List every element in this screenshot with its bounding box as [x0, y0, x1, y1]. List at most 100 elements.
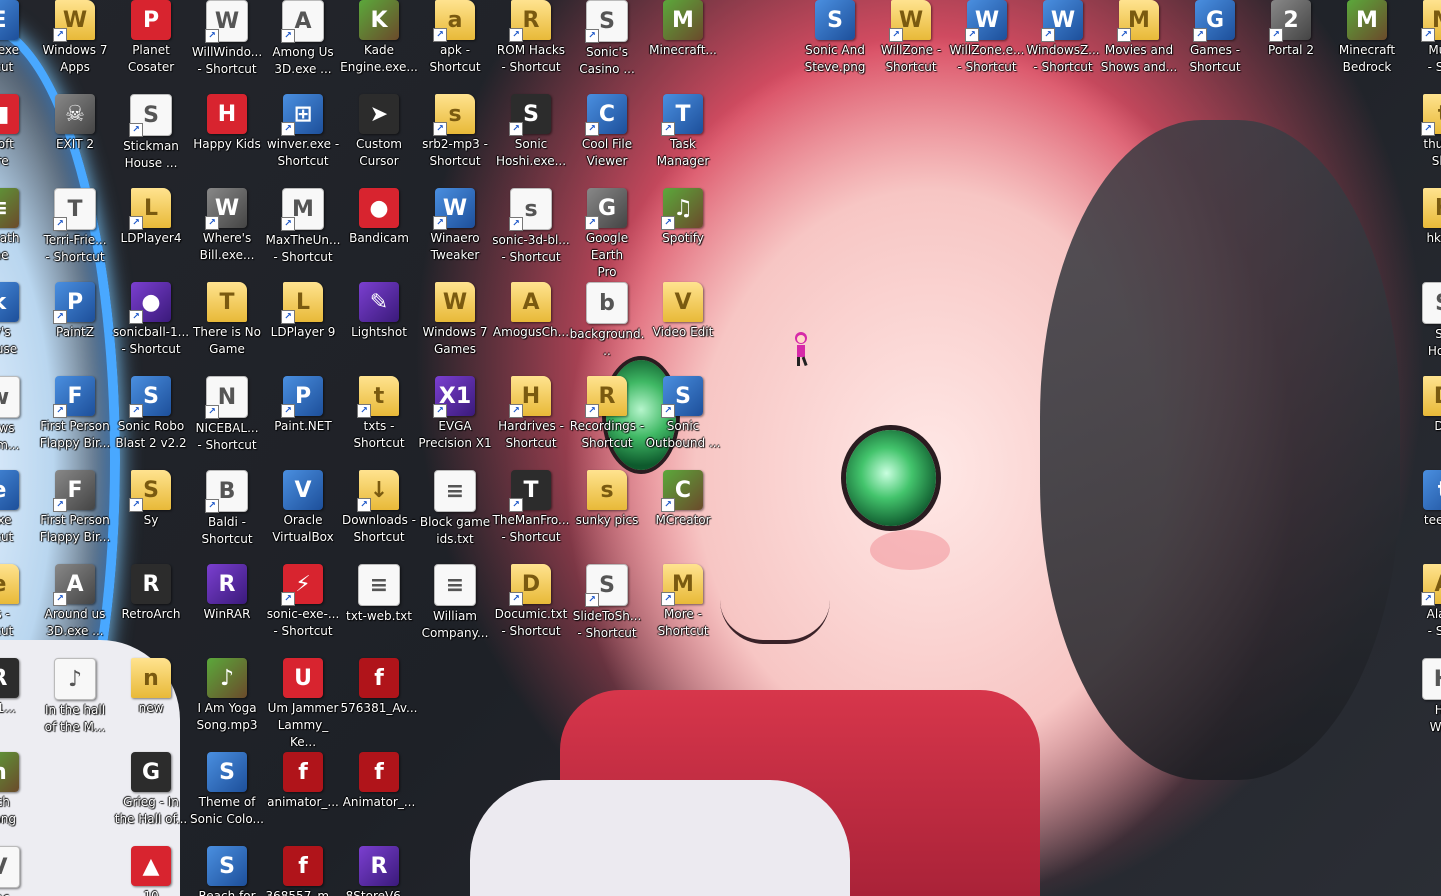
desktop-icon[interactable]: P ↗ PaintZ	[36, 282, 114, 341]
desktop-icon[interactable]: V Video Edit	[644, 282, 722, 341]
desktop-icon[interactable]: S Sonic And Steve.png	[796, 0, 874, 76]
desktop-icon[interactable]: f 576381_Av...	[340, 658, 418, 717]
desktop-icon[interactable]: a ↗ apk - Shortcut	[416, 0, 494, 76]
desktop-icon[interactable]: B ↗ Baldi - Shortcut	[188, 470, 266, 548]
desktop-icon[interactable]: ✎ Lightshot	[340, 282, 418, 341]
desktop-icon[interactable]: ♪ In the hall of the M...	[36, 658, 114, 736]
desktop-icon[interactable]: t↗thumbSho	[1404, 94, 1441, 170]
desktop-icon[interactable]: ▲ 10	[112, 846, 190, 896]
desktop-icon[interactable]: h hkgjn	[1404, 188, 1441, 247]
desktop-icon[interactable]: D DV	[1404, 376, 1441, 435]
desktop-icon[interactable]: f animator_...	[264, 752, 342, 811]
desktop-icon[interactable]: V Vac	[0, 846, 38, 896]
desktop-icon[interactable]: D ↗ Documic.txt - Shortcut	[492, 564, 570, 640]
desktop-icon[interactable]: ● ↗ sonicball-1... - Shortcut	[112, 282, 190, 358]
desktop-icon[interactable]: P ↗ Paint.NET	[264, 376, 342, 435]
desktop-icon[interactable]: S Theme of Sonic Colo...	[188, 752, 266, 828]
desktop-icon[interactable]: T ↗ Task Manager	[644, 94, 722, 170]
desktop-icon[interactable]: W ↗ Where's Bill.exe...	[188, 188, 266, 264]
desktop-icon[interactable]: V Oracle VirtualBox	[264, 470, 342, 546]
desktop-icon[interactable]: N ↗ NICEBAL... - Shortcut	[188, 376, 266, 454]
desktop-icon[interactable]: G ↗ Games - Shortcut	[1176, 0, 1254, 76]
desktop-icon[interactable]: S ↗ Sy	[112, 470, 190, 529]
desktop-icon[interactable]: t tee-av	[1404, 470, 1441, 529]
desktop-icon[interactable]: ≡ Block game ids.txt	[416, 470, 494, 548]
desktop-icon[interactable]: G ↗ Google Earth Pro	[568, 188, 646, 281]
desktop-icon[interactable]: L ↗ LDPlayer 9	[264, 282, 342, 341]
desktop-icon[interactable]: ≡ txt-web.txt	[340, 564, 418, 625]
desktop-icon[interactable]: f 368557_m...	[264, 846, 342, 896]
desktop-icon[interactable]: F ↗ First Person Flappy Bir...	[36, 470, 114, 546]
desktop-icon[interactable]: 2 ↗ Portal 2	[1252, 0, 1330, 59]
desktop-icon[interactable]: P Planet Cosater	[112, 0, 190, 76]
desktop-icon[interactable]: ● Bandicam	[340, 188, 418, 247]
desktop-icon[interactable]: R ↗ Recordings - Shortcut	[568, 376, 646, 452]
desktop-icon[interactable]: n new	[112, 658, 190, 717]
desktop-icon[interactable]: ≡ William Company...	[416, 564, 494, 642]
desktop-icon[interactable]: T There is No Game	[188, 282, 266, 358]
desktop-icon[interactable]: T ↗ Terri-Frie... - Shortcut	[36, 188, 114, 266]
desktop-icon[interactable]: ♪ I Am Yoga Song.mp3	[188, 658, 266, 734]
desktop-icon[interactable]: ■ osoftore	[0, 94, 38, 170]
desktop-icon[interactable]: n nche.png	[0, 752, 38, 828]
desktop-icon[interactable]: ➤ Custom Cursor	[340, 94, 418, 170]
desktop-icon[interactable]: e↗ .exertcut	[0, 470, 38, 546]
desktop-icon[interactable]: R RetroArch	[112, 564, 190, 623]
desktop-icon[interactable]: t ↗ txts - Shortcut	[340, 376, 418, 452]
desktop-icon[interactable]: R 8StoreV6...	[340, 846, 418, 896]
desktop-icon[interactable]: W ↗ WillZone - Shortcut	[872, 0, 950, 76]
desktop-icon[interactable]: M ↗ Movies and Shows and...	[1100, 0, 1178, 76]
desktop-icon[interactable]: G Grieg - In the Hall of...	[112, 752, 190, 828]
desktop-icon[interactable]: M Minecraft Bedrock	[1328, 0, 1406, 76]
desktop-icon[interactable]: W ↗ WindowsZ... - Shortcut	[1024, 0, 1102, 76]
desktop-icon[interactable]: S ↗ Sonic's Casino ...	[568, 0, 646, 78]
desktop-icon[interactable]: A ↗ Among Us 3D.exe ...	[264, 0, 342, 78]
desktop-icon[interactable]: S ↗ Sonic Outbound ...	[644, 376, 722, 452]
desktop-icon[interactable]: k ky'shouse	[0, 282, 38, 358]
desktop-icon[interactable]: s sunky pics	[568, 470, 646, 529]
desktop-icon[interactable]: H Happy Kids	[188, 94, 266, 153]
desktop-icon[interactable]: M Minecraft...	[644, 0, 722, 59]
desktop-icon[interactable]: L ↗ LDPlayer4	[112, 188, 190, 247]
desktop-icon[interactable]: W ↗ Windows 7 Apps	[36, 0, 114, 76]
desktop-icon[interactable]: ⚡ ↗ sonic-exe-... - Shortcut	[264, 564, 342, 640]
desktop-icon[interactable]: H HaWorl	[1404, 658, 1441, 736]
desktop-icon[interactable]: W Windows 7 Games	[416, 282, 494, 358]
desktop-icon[interactable]: ☠ EXIT 2	[36, 94, 114, 153]
desktop-icon[interactable]: C ↗ Cool File Viewer	[568, 94, 646, 170]
desktop-icon[interactable]: T ↗ TheManFro... - Shortcut	[492, 470, 570, 546]
desktop-icon[interactable]: f Animator_...	[340, 752, 418, 811]
desktop-icon[interactable]: X1 ↗ EVGA Precision X1	[416, 376, 494, 452]
desktop-icon[interactable]: s ↗ sonic-3d-bl... - Shortcut	[492, 188, 570, 266]
desktop-icon[interactable]: s ↗ srb2-mp3 - Shortcut	[416, 94, 494, 170]
desktop-icon[interactable]: b background...	[568, 282, 646, 360]
desktop-icon[interactable]: A↗Alans- Sho	[1404, 564, 1441, 640]
desktop-icon[interactable]: ≡ y Mathme	[0, 188, 38, 264]
desktop-icon[interactable]: R WinRAR	[188, 564, 266, 623]
desktop-icon[interactable]: S ↗ Stickman House ...	[112, 94, 190, 172]
desktop-icon[interactable]: S ↗ SlideToSh... - Shortcut	[568, 564, 646, 642]
desktop-icon[interactable]: ↓ ↗ Downloads - Shortcut	[340, 470, 418, 546]
desktop-icon[interactable]: S ↗ Sonic Hoshi.exe...	[492, 94, 570, 170]
desktop-icon[interactable]: C ↗ MCreator	[644, 470, 722, 529]
desktop-icon[interactable]: W ↗ WillWindo... - Shortcut	[188, 0, 266, 78]
desktop-icon[interactable]: M↗Multi- Sho	[1404, 0, 1441, 76]
desktop-icon[interactable]: R ↗ ROM Hacks - Shortcut	[492, 0, 570, 76]
desktop-icon[interactable]: F ↗ First Person Flappy Bir...	[36, 376, 114, 452]
desktop-icon[interactable]: ⊞ ↗ winver.exe - Shortcut	[264, 94, 342, 170]
desktop-icon[interactable]: M ↗ MaxTheUn... - Shortcut	[264, 188, 342, 266]
desktop-icon[interactable]: W ↗ WillZone.e... - Shortcut	[948, 0, 1026, 76]
desktop-icon[interactable]: A AmogusCh...	[492, 282, 570, 341]
desktop-icon[interactable]: S ↗ Sonic Robo Blast 2 v2.2	[112, 376, 190, 452]
desktop-icon[interactable]: U Um Jammer Lammy_ Ke...	[264, 658, 342, 751]
desktop-icon[interactable]: S Reach for	[188, 846, 266, 896]
desktop-icon[interactable]: H ↗ Hardrives - Shortcut	[492, 376, 570, 452]
desktop-icon[interactable]: E↗ eg.exertcut	[0, 0, 38, 76]
desktop-icon[interactable]: W ↗ Winaero Tweaker	[416, 188, 494, 264]
desktop-icon[interactable]: w dowsMem...	[0, 376, 38, 454]
desktop-icon[interactable]: A ↗ Around us 3D.exe ...	[36, 564, 114, 640]
desktop-icon[interactable]: K Kade Engine.exe...	[340, 0, 418, 76]
desktop-icon[interactable]: M ↗ More - Shortcut	[644, 564, 722, 640]
desktop-icon[interactable]: e↗ es -rtcut	[0, 564, 38, 640]
desktop-icon[interactable]: S StiHous	[1404, 282, 1441, 360]
